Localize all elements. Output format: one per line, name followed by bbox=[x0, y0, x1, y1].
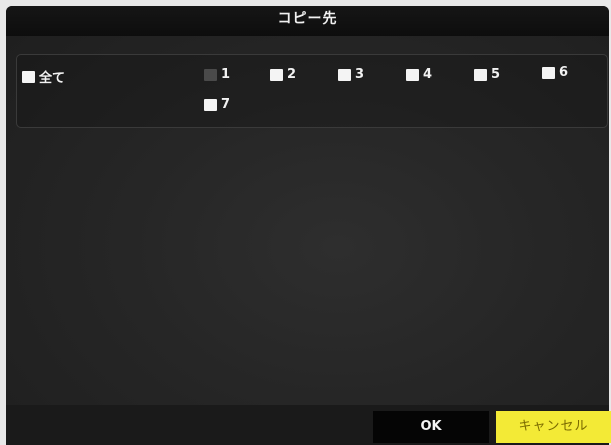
checkbox-square-icon bbox=[204, 68, 217, 81]
checkbox-square-icon bbox=[406, 68, 419, 81]
checkbox-label: 6 bbox=[559, 65, 569, 80]
channel-selection-panel bbox=[16, 54, 608, 128]
copy-destination-dialog: コピー先 bbox=[6, 6, 609, 445]
checkbox-square-icon bbox=[542, 66, 555, 79]
checkbox-square-icon bbox=[338, 68, 351, 81]
checkbox-square-icon bbox=[474, 68, 487, 81]
cancel-button[interactable]: キャンセル bbox=[496, 411, 611, 443]
checkbox-channel-4[interactable]: 4 bbox=[406, 67, 432, 82]
checkbox-channel-2[interactable]: 2 bbox=[270, 67, 296, 82]
checkbox-label: 5 bbox=[491, 67, 501, 82]
dialog-title: コピー先 bbox=[6, 6, 609, 36]
checkbox-square-icon bbox=[204, 98, 217, 111]
checkbox-label: 4 bbox=[423, 67, 433, 82]
ok-button[interactable]: OK bbox=[373, 411, 489, 443]
checkbox-label: 1 bbox=[221, 67, 231, 82]
screen: コピー先 全て 1 2 3 4 5 6 7 OK キャンセル bbox=[0, 0, 611, 445]
checkbox-all[interactable]: 全て bbox=[22, 67, 65, 86]
checkbox-label: 3 bbox=[355, 67, 365, 82]
checkbox-label: 7 bbox=[221, 97, 231, 112]
checkbox-square-icon bbox=[22, 70, 35, 83]
checkbox-channel-1: 1 bbox=[204, 67, 230, 82]
checkbox-square-icon bbox=[270, 68, 283, 81]
checkbox-channel-6[interactable]: 6 bbox=[542, 65, 568, 80]
checkbox-channel-7[interactable]: 7 bbox=[204, 97, 230, 112]
checkbox-label: 2 bbox=[287, 67, 297, 82]
checkbox-channel-5[interactable]: 5 bbox=[474, 67, 500, 82]
checkbox-all-label: 全て bbox=[39, 71, 66, 86]
checkbox-channel-3[interactable]: 3 bbox=[338, 67, 364, 82]
